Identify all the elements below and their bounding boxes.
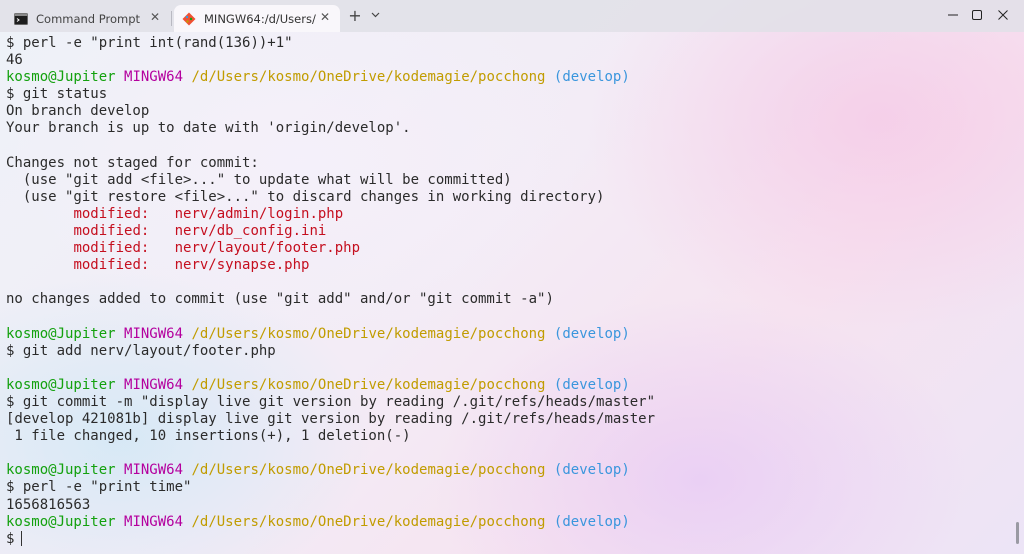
prompt-symbol: $: [6, 86, 15, 103]
prompt-path: /d/Users/kosmo/OneDrive/kodemagie/poccho…: [191, 462, 546, 479]
command-text: perl -e "print time": [22, 479, 192, 496]
modified-file: nerv/admin/login.php: [174, 205, 344, 222]
prompt-branch: (develop): [553, 513, 630, 530]
prompt-system: MINGW64: [124, 325, 184, 342]
prompt-system: MINGW64: [124, 462, 184, 479]
command-prompt-icon: [14, 12, 28, 25]
command-text: perl -e "print int(rand(136))+1": [22, 35, 293, 51]
modified-file: nerv/db_config.ini: [174, 223, 327, 240]
output-text: (use "git restore <file>..." to discard …: [6, 188, 605, 205]
output-text: [develop 421081b] display live git versi…: [6, 411, 656, 428]
prompt-line: kosmo@Jupiter MINGW64 /d/Users/kosmo/One…: [6, 69, 1010, 86]
terminal-output[interactable]: $ perl -e "print int(rand(136))+1" 46 kosm…: [6, 35, 1010, 550]
scrollbar[interactable]: [1016, 522, 1019, 544]
modified-label: modified:: [73, 240, 150, 257]
output-text: 46: [6, 52, 23, 69]
close-icon: [998, 10, 1008, 20]
prompt-symbol: $: [6, 393, 15, 410]
prompt-symbol: $: [6, 530, 15, 547]
prompt-symbol: $: [6, 479, 15, 496]
command-text: git status: [22, 86, 108, 103]
output-text: 1656816563: [6, 496, 91, 513]
prompt-line: kosmo@Jupiter MINGW64 /d/Users/kosmo/One…: [6, 514, 1010, 531]
command-line: $ perl -e "print time": [6, 479, 1010, 496]
prompt-line: kosmo@Jupiter MINGW64 /d/Users/kosmo/One…: [6, 377, 1010, 394]
output-text: Your branch is up to date with 'origin/d…: [6, 120, 411, 137]
modified-file-line: modified: nerv/synapse.php: [6, 257, 1010, 274]
prompt-path: /d/Users/kosmo/OneDrive/kodemagie/poccho…: [191, 376, 546, 393]
prompt-branch: (develop): [553, 462, 630, 479]
git-bash-icon: [182, 12, 196, 25]
prompt-system: MINGW64: [124, 513, 184, 530]
command-line: $ git status: [6, 86, 1010, 103]
prompt-line: kosmo@Jupiter MINGW64 /d/Users/kosmo/One…: [6, 326, 1010, 343]
prompt-symbol: $: [6, 35, 15, 51]
chevron-down-icon[interactable]: [366, 6, 384, 26]
input-line[interactable]: $: [6, 530, 1010, 548]
modified-file-line: modified: nerv/layout/footer.php: [6, 240, 1010, 257]
prompt-system: MINGW64: [124, 376, 184, 393]
command-line: $ git add nerv/layout/footer.php: [6, 343, 1010, 360]
close-tab-icon[interactable]: ✕: [318, 10, 332, 24]
modified-file: nerv/synapse.php: [174, 257, 310, 274]
output-text: Changes not staged for commit:: [6, 154, 259, 171]
command-line: $ git commit -m "display live git versio…: [6, 394, 1010, 411]
output-text: On branch develop: [6, 103, 150, 120]
tab-command-prompt[interactable]: Command Prompt ✕: [6, 5, 170, 32]
close-window-button[interactable]: [980, 0, 1024, 30]
terminal-line: Changes not staged for commit:: [6, 155, 1010, 172]
modified-file-line: modified: nerv/admin/login.php: [6, 206, 1010, 223]
tab-mingw64[interactable]: MINGW64:/d/Users/kosmo ✕: [174, 5, 340, 32]
modified-file: nerv/layout/footer.php: [174, 240, 361, 257]
tab-separator: [171, 11, 172, 26]
terminal-line: Your branch is up to date with 'origin/d…: [6, 120, 1010, 137]
prompt-system: MINGW64: [124, 69, 184, 86]
prompt-line: kosmo@Jupiter MINGW64 /d/Users/kosmo/One…: [6, 462, 1010, 479]
prompt-user: kosmo@Jupiter: [6, 513, 116, 530]
modified-label: modified:: [73, 205, 150, 222]
text-cursor: [21, 530, 23, 546]
prompt-branch: (develop): [553, 376, 630, 393]
terminal-line: no changes added to commit (use "git add…: [6, 291, 1010, 308]
modified-label: modified:: [73, 223, 150, 240]
output-text: no changes added to commit (use "git add…: [6, 291, 554, 308]
terminal-line: On branch develop: [6, 103, 1010, 120]
command-text: git add nerv/layout/footer.php: [22, 342, 276, 359]
prompt-path: /d/Users/kosmo/OneDrive/kodemagie/poccho…: [191, 513, 546, 530]
terminal-window: Command Prompt ✕ MINGW64:/d/Users/kosmo …: [0, 0, 1024, 554]
prompt-user: kosmo@Jupiter: [6, 376, 116, 393]
terminal-line: 46: [6, 52, 1010, 69]
prompt-path: /d/Users/kosmo/OneDrive/kodemagie/poccho…: [191, 325, 546, 342]
terminal-line: (use "git restore <file>..." to discard …: [6, 189, 1010, 206]
new-tab-button[interactable]: +: [345, 6, 365, 26]
prompt-branch: (develop): [553, 69, 630, 86]
prompt-user: kosmo@Jupiter: [6, 325, 116, 342]
terminal-line: (use "git add <file>..." to update what …: [6, 172, 1010, 189]
terminal-line: 1656816563: [6, 497, 1010, 514]
tab-label: MINGW64:/d/Users/kosmo: [204, 11, 316, 26]
prompt-branch: (develop): [553, 325, 630, 342]
close-tab-icon[interactable]: ✕: [148, 10, 162, 24]
tab-label: Command Prompt: [36, 11, 141, 26]
prompt-user: kosmo@Jupiter: [6, 462, 116, 479]
modified-file-line: modified: nerv/db_config.ini: [6, 223, 1010, 240]
prompt-user: kosmo@Jupiter: [6, 69, 116, 86]
terminal-line: 1 file changed, 10 insertions(+), 1 dele…: [6, 428, 1010, 445]
terminal-line: [develop 421081b] display live git versi…: [6, 411, 1010, 428]
command-text: git commit -m "display live git version …: [22, 393, 656, 410]
prompt-path: /d/Users/kosmo/OneDrive/kodemagie/poccho…: [191, 69, 546, 86]
output-text: (use "git add <file>..." to update what …: [6, 171, 512, 188]
command-line: $ perl -e "print int(rand(136))+1": [6, 35, 1010, 52]
prompt-symbol: $: [6, 342, 15, 359]
tab-bar: Command Prompt ✕ MINGW64:/d/Users/kosmo …: [0, 0, 1024, 32]
output-text: 1 file changed, 10 insertions(+), 1 dele…: [6, 428, 411, 445]
modified-label: modified:: [73, 257, 150, 274]
